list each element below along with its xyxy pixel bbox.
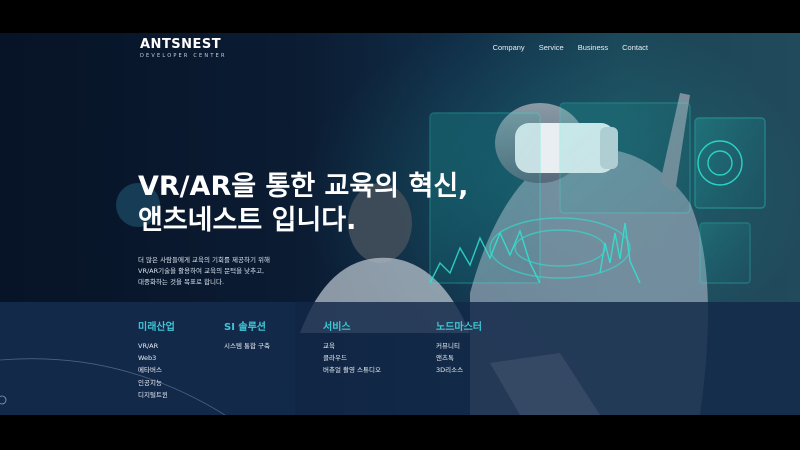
brand-tagline: DEVELOPER CENTER xyxy=(140,53,227,59)
nav-item-contact[interactable]: Contact xyxy=(622,43,648,52)
letterbox-top xyxy=(0,0,800,33)
letterbox-bottom xyxy=(0,415,800,450)
column-title[interactable]: 서비스 xyxy=(323,318,381,333)
brand-name: ANTSNEST xyxy=(140,37,222,52)
column-nodemaster: 노드마스터 커뮤니티 앤츠톡 3D리소스 xyxy=(436,318,482,377)
column-service: 서비스 교육 클라우드 버츄얼 촬영 스튜디오 xyxy=(323,318,381,377)
list-item[interactable]: 커뮤니티 xyxy=(436,340,482,352)
hero-desc-line-2: VR/AR기술을 활용하여 교육의 문턱을 낮추고, xyxy=(138,267,265,275)
hero-description: 더 많은 사람들에게 교육의 기회를 제공하기 위해 VR/AR기술을 활용하여… xyxy=(138,255,270,288)
hero-title-line-1: VR/AR을 통한 교육의 혁신, xyxy=(138,171,469,202)
column-title[interactable]: 미래산업 xyxy=(138,318,175,333)
column-title[interactable]: 노드마스터 xyxy=(436,318,482,333)
column-future-industry: 미래산업 VR/AR Web3 메타버스 인공지능 디지털트윈 xyxy=(138,318,175,401)
list-item[interactable]: 인공지능 xyxy=(138,377,175,389)
hero-title: VR/AR을 통한 교육의 혁신, 앤츠네스트 입니다. xyxy=(138,170,468,238)
list-item[interactable]: 교육 xyxy=(323,340,381,352)
brand-logo[interactable]: ANTSNEST DEVELOPER CENTER xyxy=(140,37,227,59)
decorative-arc xyxy=(0,358,226,415)
list-item[interactable]: 버츄얼 촬영 스튜디오 xyxy=(323,364,381,376)
list-item[interactable]: 디지털트윈 xyxy=(138,389,175,401)
column-si-solution: SI 솔루션 시스템 통합 구축 xyxy=(224,318,270,352)
list-item[interactable]: 앤츠톡 xyxy=(436,352,482,364)
hero-desc-line-1: 더 많은 사람들에게 교육의 기회를 제공하기 위해 xyxy=(138,256,270,264)
list-item[interactable]: 메타버스 xyxy=(138,364,175,376)
list-item[interactable]: 시스템 통합 구축 xyxy=(224,340,270,352)
list-item[interactable]: 3D리소스 xyxy=(436,364,482,376)
list-item[interactable]: VR/AR xyxy=(138,340,175,352)
hero-title-line-2: 앤츠네스트 입니다. xyxy=(138,205,357,236)
list-item[interactable]: 클라우드 xyxy=(323,352,381,364)
top-navigation: Company Service Business Contact xyxy=(493,43,648,52)
nav-item-company[interactable]: Company xyxy=(493,43,525,52)
nav-item-business[interactable]: Business xyxy=(578,43,608,52)
column-title[interactable]: SI 솔루션 xyxy=(224,318,270,333)
hero-desc-line-3: 대중화하는 것을 목표로 합니다. xyxy=(138,278,225,286)
nav-item-service[interactable]: Service xyxy=(539,43,564,52)
list-item[interactable]: Web3 xyxy=(138,352,175,364)
